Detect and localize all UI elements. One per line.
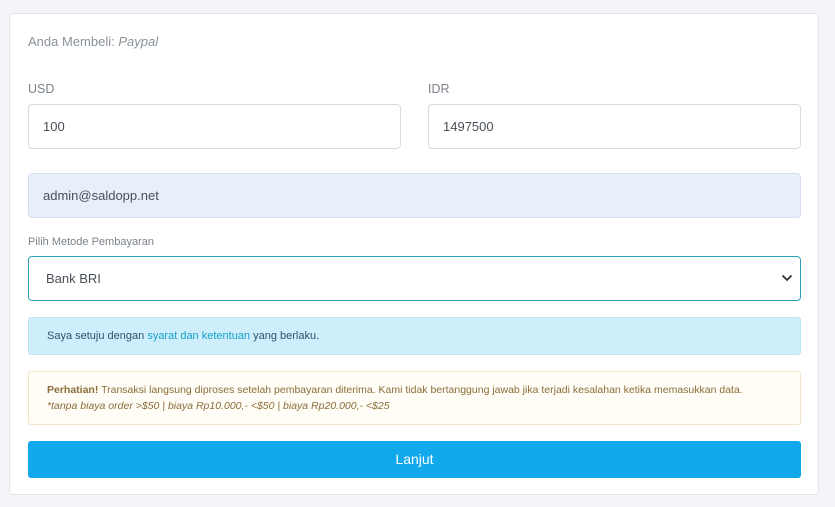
idr-label: IDR bbox=[428, 82, 450, 96]
buying-label: Anda Membeli: bbox=[28, 34, 115, 49]
email-field[interactable]: admin@saldopp.net bbox=[28, 173, 801, 218]
terms-link[interactable]: syarat dan ketentuan bbox=[147, 330, 250, 342]
payment-method-select[interactable]: Bank BRI bbox=[28, 256, 801, 301]
warning-title: Perhatian! bbox=[47, 384, 99, 396]
product-name: Paypal bbox=[118, 34, 159, 49]
idr-input[interactable]: 1497500 bbox=[428, 104, 801, 149]
agreement-alert: Saya setuju dengan syarat dan ketentuan … bbox=[28, 317, 801, 355]
fee-note: *tanpa biaya order >$50 | biaya Rp10.000… bbox=[47, 400, 390, 412]
warning-text: Transaksi langsung diproses setelah pemb… bbox=[98, 384, 743, 396]
payment-method-label: Pilih Metode Pembayaran bbox=[28, 236, 154, 248]
usd-label: USD bbox=[28, 82, 55, 96]
agreement-text-after: yang berlaku. bbox=[250, 330, 320, 342]
usd-input[interactable]: 100 bbox=[28, 104, 401, 149]
buying-info: Anda Membeli: Paypal bbox=[28, 34, 158, 49]
purchase-card: Anda Membeli: Paypal USD 100 IDR 1497500… bbox=[9, 13, 819, 495]
warning-alert: Perhatian! Transaksi langsung diproses s… bbox=[28, 371, 801, 425]
payment-method-value: Bank BRI bbox=[46, 271, 101, 286]
continue-button[interactable]: Lanjut bbox=[28, 441, 801, 478]
chevron-down-icon bbox=[782, 275, 792, 281]
agreement-text-before: Saya setuju dengan bbox=[47, 330, 148, 342]
